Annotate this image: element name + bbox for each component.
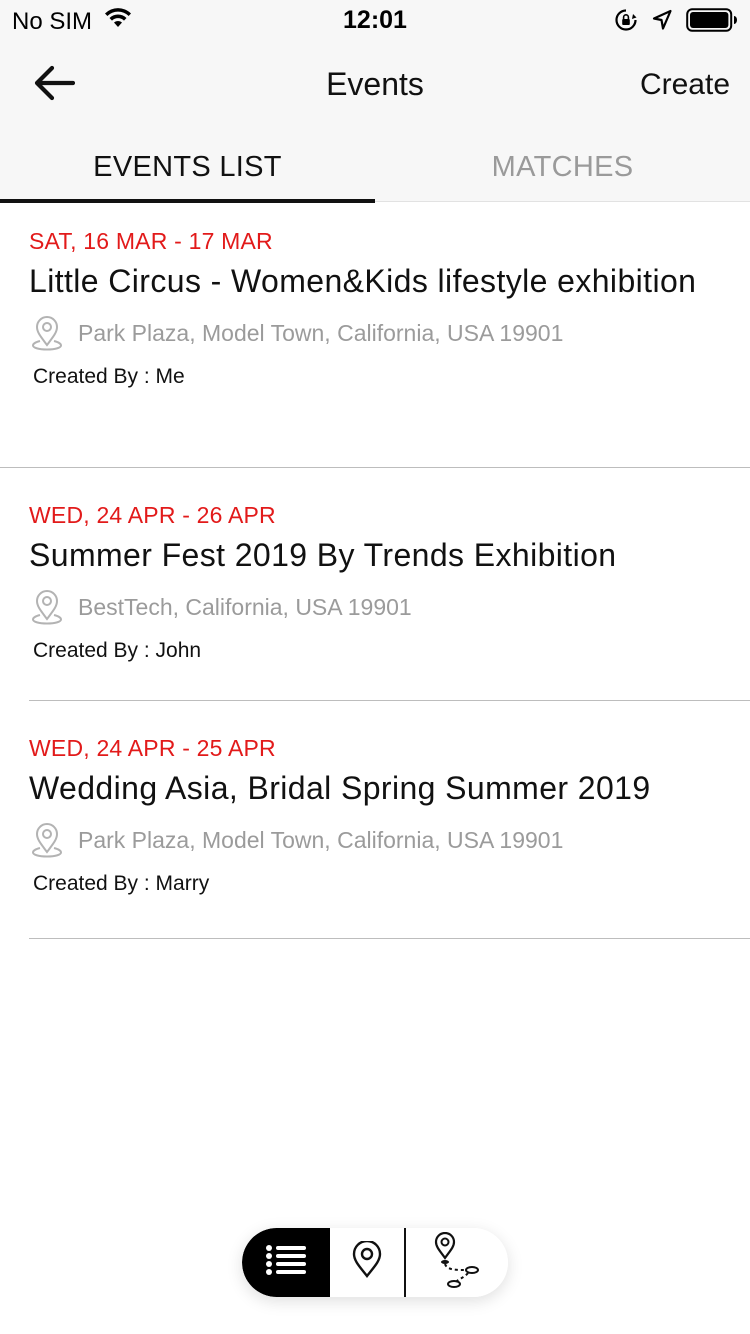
list-item[interactable]: WED, 24 APR - 25 APR Wedding Asia, Brida… — [0, 701, 750, 939]
status-right — [614, 8, 738, 37]
tab-bar: EVENTS LIST MATCHES — [0, 136, 750, 203]
list-item[interactable]: SAT, 16 MAR - 17 MAR Little Circus - Wom… — [0, 202, 750, 468]
route-view-button[interactable] — [406, 1228, 508, 1297]
divider — [29, 938, 750, 939]
event-created-by: Created By : Marry — [33, 872, 210, 895]
location-pin-icon — [31, 823, 63, 858]
battery-icon — [686, 8, 738, 37]
location-pin-icon — [31, 316, 63, 351]
list-view-button[interactable] — [242, 1228, 330, 1297]
list-item[interactable]: WED, 24 APR - 26 APR Summer Fest 2019 By… — [0, 468, 750, 701]
map-view-button[interactable] — [330, 1228, 406, 1297]
status-bar: No SIM 12:01 — [0, 0, 750, 40]
event-location: BestTech, California, USA 19901 — [29, 589, 750, 625]
view-mode-segmented-control — [242, 1228, 508, 1297]
orientation-lock-icon — [614, 8, 638, 37]
route-icon — [432, 1231, 482, 1293]
back-arrow-icon — [33, 65, 76, 106]
tab-label: EVENTS LIST — [93, 151, 282, 183]
event-date: SAT, 16 MAR - 17 MAR — [29, 228, 273, 254]
event-address: Park Plaza, Model Town, California, USA … — [78, 826, 564, 853]
tab-matches[interactable]: MATCHES — [375, 136, 750, 202]
event-title: Wedding Asia, Bridal Spring Summer 2019 — [29, 770, 651, 806]
event-date: WED, 24 APR - 25 APR — [29, 735, 276, 761]
tab-events-list[interactable]: EVENTS LIST — [0, 136, 375, 203]
page-title: Events — [326, 66, 424, 102]
back-button[interactable] — [26, 60, 82, 110]
event-location: Park Plaza, Model Town, California, USA … — [29, 315, 750, 351]
events-list: SAT, 16 MAR - 17 MAR Little Circus - Wom… — [0, 202, 750, 939]
create-button[interactable]: Create — [640, 68, 730, 102]
event-title: Little Circus - Women&Kids lifestyle exh… — [29, 263, 697, 299]
event-created-by: Created By : John — [33, 639, 202, 662]
map-pin-icon — [351, 1239, 383, 1284]
event-title: Summer Fest 2019 By Trends Exhibition — [29, 537, 617, 573]
location-pin-icon — [31, 590, 63, 625]
events-screen: No SIM 12:01 Events Create EVENTS LIST M… — [0, 0, 750, 1334]
event-location: Park Plaza, Model Town, California, USA … — [29, 822, 750, 858]
list-icon — [265, 1244, 307, 1281]
event-created-by: Created By : Me — [33, 365, 185, 388]
event-address: Park Plaza, Model Town, California, USA … — [78, 319, 564, 346]
navigation-bar: Events Create — [0, 40, 750, 136]
tab-label: MATCHES — [491, 151, 634, 183]
event-address: BestTech, California, USA 19901 — [78, 593, 412, 620]
event-date: WED, 24 APR - 26 APR — [29, 502, 276, 528]
location-arrow-icon — [652, 9, 672, 36]
